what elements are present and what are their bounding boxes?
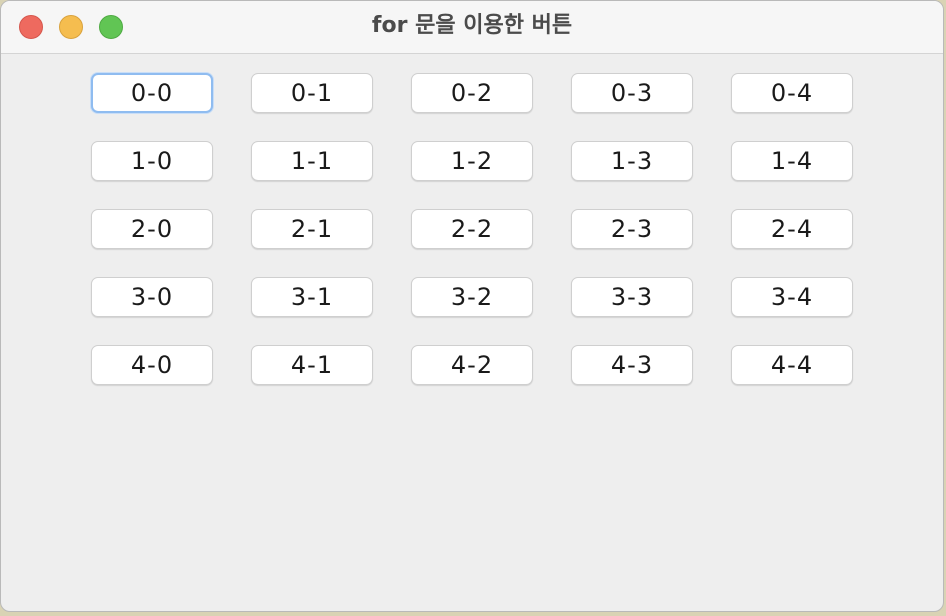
grid-button-3-3[interactable]: 3-3 bbox=[571, 277, 693, 317]
grid-button-0-1[interactable]: 0-1 bbox=[251, 73, 373, 113]
grid-button-0-2[interactable]: 0-2 bbox=[411, 73, 533, 113]
window-title: for 문을 이용한 버튼 bbox=[371, 13, 573, 38]
grid-button-1-4[interactable]: 1-4 bbox=[731, 141, 853, 181]
grid-button-4-4[interactable]: 4-4 bbox=[731, 345, 853, 385]
grid-button-2-0[interactable]: 2-0 bbox=[91, 209, 213, 249]
grid-button-0-3[interactable]: 0-3 bbox=[571, 73, 693, 113]
grid-button-2-3[interactable]: 2-3 bbox=[571, 209, 693, 249]
grid-button-3-1[interactable]: 3-1 bbox=[251, 277, 373, 317]
grid-button-1-1[interactable]: 1-1 bbox=[251, 141, 373, 181]
grid-button-3-4[interactable]: 3-4 bbox=[731, 277, 853, 317]
title-bar[interactable]: for 문을 이용한 버튼 bbox=[1, 1, 943, 54]
grid-button-4-1[interactable]: 4-1 bbox=[251, 345, 373, 385]
grid-button-1-0[interactable]: 1-0 bbox=[91, 141, 213, 181]
grid-button-3-2[interactable]: 3-2 bbox=[411, 277, 533, 317]
grid-button-2-4[interactable]: 2-4 bbox=[731, 209, 853, 249]
grid-button-4-0[interactable]: 4-0 bbox=[91, 345, 213, 385]
button-grid: 0-0 0-1 0-2 0-3 0-4 1-0 1-1 1-2 1-3 1-4 … bbox=[91, 73, 853, 385]
grid-button-2-2[interactable]: 2-2 bbox=[411, 209, 533, 249]
grid-button-2-1[interactable]: 2-1 bbox=[251, 209, 373, 249]
app-window: for 문을 이용한 버튼 0-0 0-1 0-2 0-3 0-4 1-0 1-… bbox=[0, 0, 944, 612]
grid-button-4-2[interactable]: 4-2 bbox=[411, 345, 533, 385]
grid-button-0-0[interactable]: 0-0 bbox=[91, 73, 213, 113]
grid-button-1-2[interactable]: 1-2 bbox=[411, 141, 533, 181]
grid-button-0-4[interactable]: 0-4 bbox=[731, 73, 853, 113]
grid-button-4-3[interactable]: 4-3 bbox=[571, 345, 693, 385]
grid-button-1-3[interactable]: 1-3 bbox=[571, 141, 693, 181]
grid-button-3-0[interactable]: 3-0 bbox=[91, 277, 213, 317]
